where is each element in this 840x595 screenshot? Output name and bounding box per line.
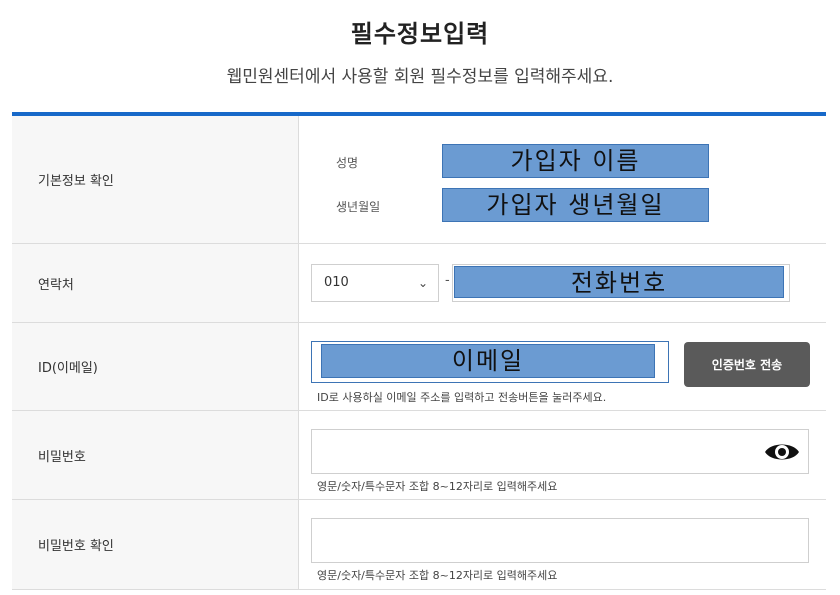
contact-field: 010 ⌄ - 전화번호 bbox=[299, 244, 826, 322]
password-confirm-label: 비밀번호 확인 bbox=[12, 500, 299, 589]
eye-icon[interactable] bbox=[764, 439, 800, 465]
password-input[interactable] bbox=[311, 429, 809, 474]
page-subtitle: 웹민원센터에서 사용할 회원 필수정보를 입력해주세요. bbox=[226, 67, 614, 87]
email-input[interactable]: 이메일 bbox=[311, 341, 669, 383]
name-label: 성명 bbox=[336, 156, 359, 170]
phone-separator: - bbox=[445, 273, 450, 288]
password-label: 비밀번호 bbox=[12, 411, 299, 499]
signup-form: 기본정보 확인 성명 가입자 이름 생년월일 가입자 생년월일 연락처 010 … bbox=[12, 112, 826, 590]
email-row: ID(이메일) 이메일 인증번호 전송 ID로 사용하실 이메일 주소를 입력하… bbox=[12, 323, 826, 411]
email-field: 이메일 인증번호 전송 ID로 사용하실 이메일 주소를 입력하고 전송버튼을 … bbox=[299, 323, 826, 410]
password-hint: 영문/숫자/특수문자 조합 8~12자리로 입력해주세요 bbox=[317, 480, 558, 493]
chevron-down-icon: ⌄ bbox=[417, 276, 428, 290]
contact-label: 연락처 bbox=[12, 244, 299, 322]
email-value: 이메일 bbox=[321, 344, 655, 378]
password-confirm-hint: 영문/숫자/특수문자 조합 8~12자리로 입력해주세요 bbox=[317, 569, 558, 582]
birth-value: 가입자 생년월일 bbox=[442, 188, 709, 222]
name-value: 가입자 이름 bbox=[442, 144, 709, 178]
birth-label: 생년월일 bbox=[336, 200, 381, 214]
basic-info-field: 성명 가입자 이름 생년월일 가입자 생년월일 bbox=[299, 116, 826, 243]
basic-info-label: 기본정보 확인 bbox=[12, 116, 299, 243]
page-title: 필수정보입력 bbox=[350, 20, 490, 48]
phone-value: 전화번호 bbox=[454, 266, 784, 298]
password-row: 비밀번호 영문/숫자/특수문자 조합 8~12자리로 입력해주세요 bbox=[12, 411, 826, 500]
password-confirm-row: 비밀번호 확인 영문/숫자/특수문자 조합 8~12자리로 입력해주세요 bbox=[12, 500, 826, 590]
phone-prefix-select[interactable]: 010 ⌄ bbox=[311, 264, 439, 302]
email-label: ID(이메일) bbox=[12, 323, 299, 410]
send-code-button[interactable]: 인증번호 전송 bbox=[684, 342, 810, 387]
email-hint: ID로 사용하실 이메일 주소를 입력하고 전송버튼을 눌러주세요. bbox=[317, 391, 607, 404]
basic-info-row: 기본정보 확인 성명 가입자 이름 생년월일 가입자 생년월일 bbox=[12, 116, 826, 244]
password-confirm-input[interactable] bbox=[311, 518, 809, 563]
password-confirm-field: 영문/숫자/특수문자 조합 8~12자리로 입력해주세요 bbox=[299, 500, 826, 589]
password-field: 영문/숫자/특수문자 조합 8~12자리로 입력해주세요 bbox=[299, 411, 826, 499]
phone-input[interactable]: 전화번호 bbox=[452, 264, 790, 302]
phone-prefix-value: 010 bbox=[324, 275, 349, 290]
contact-row: 연락처 010 ⌄ - 전화번호 bbox=[12, 244, 826, 323]
